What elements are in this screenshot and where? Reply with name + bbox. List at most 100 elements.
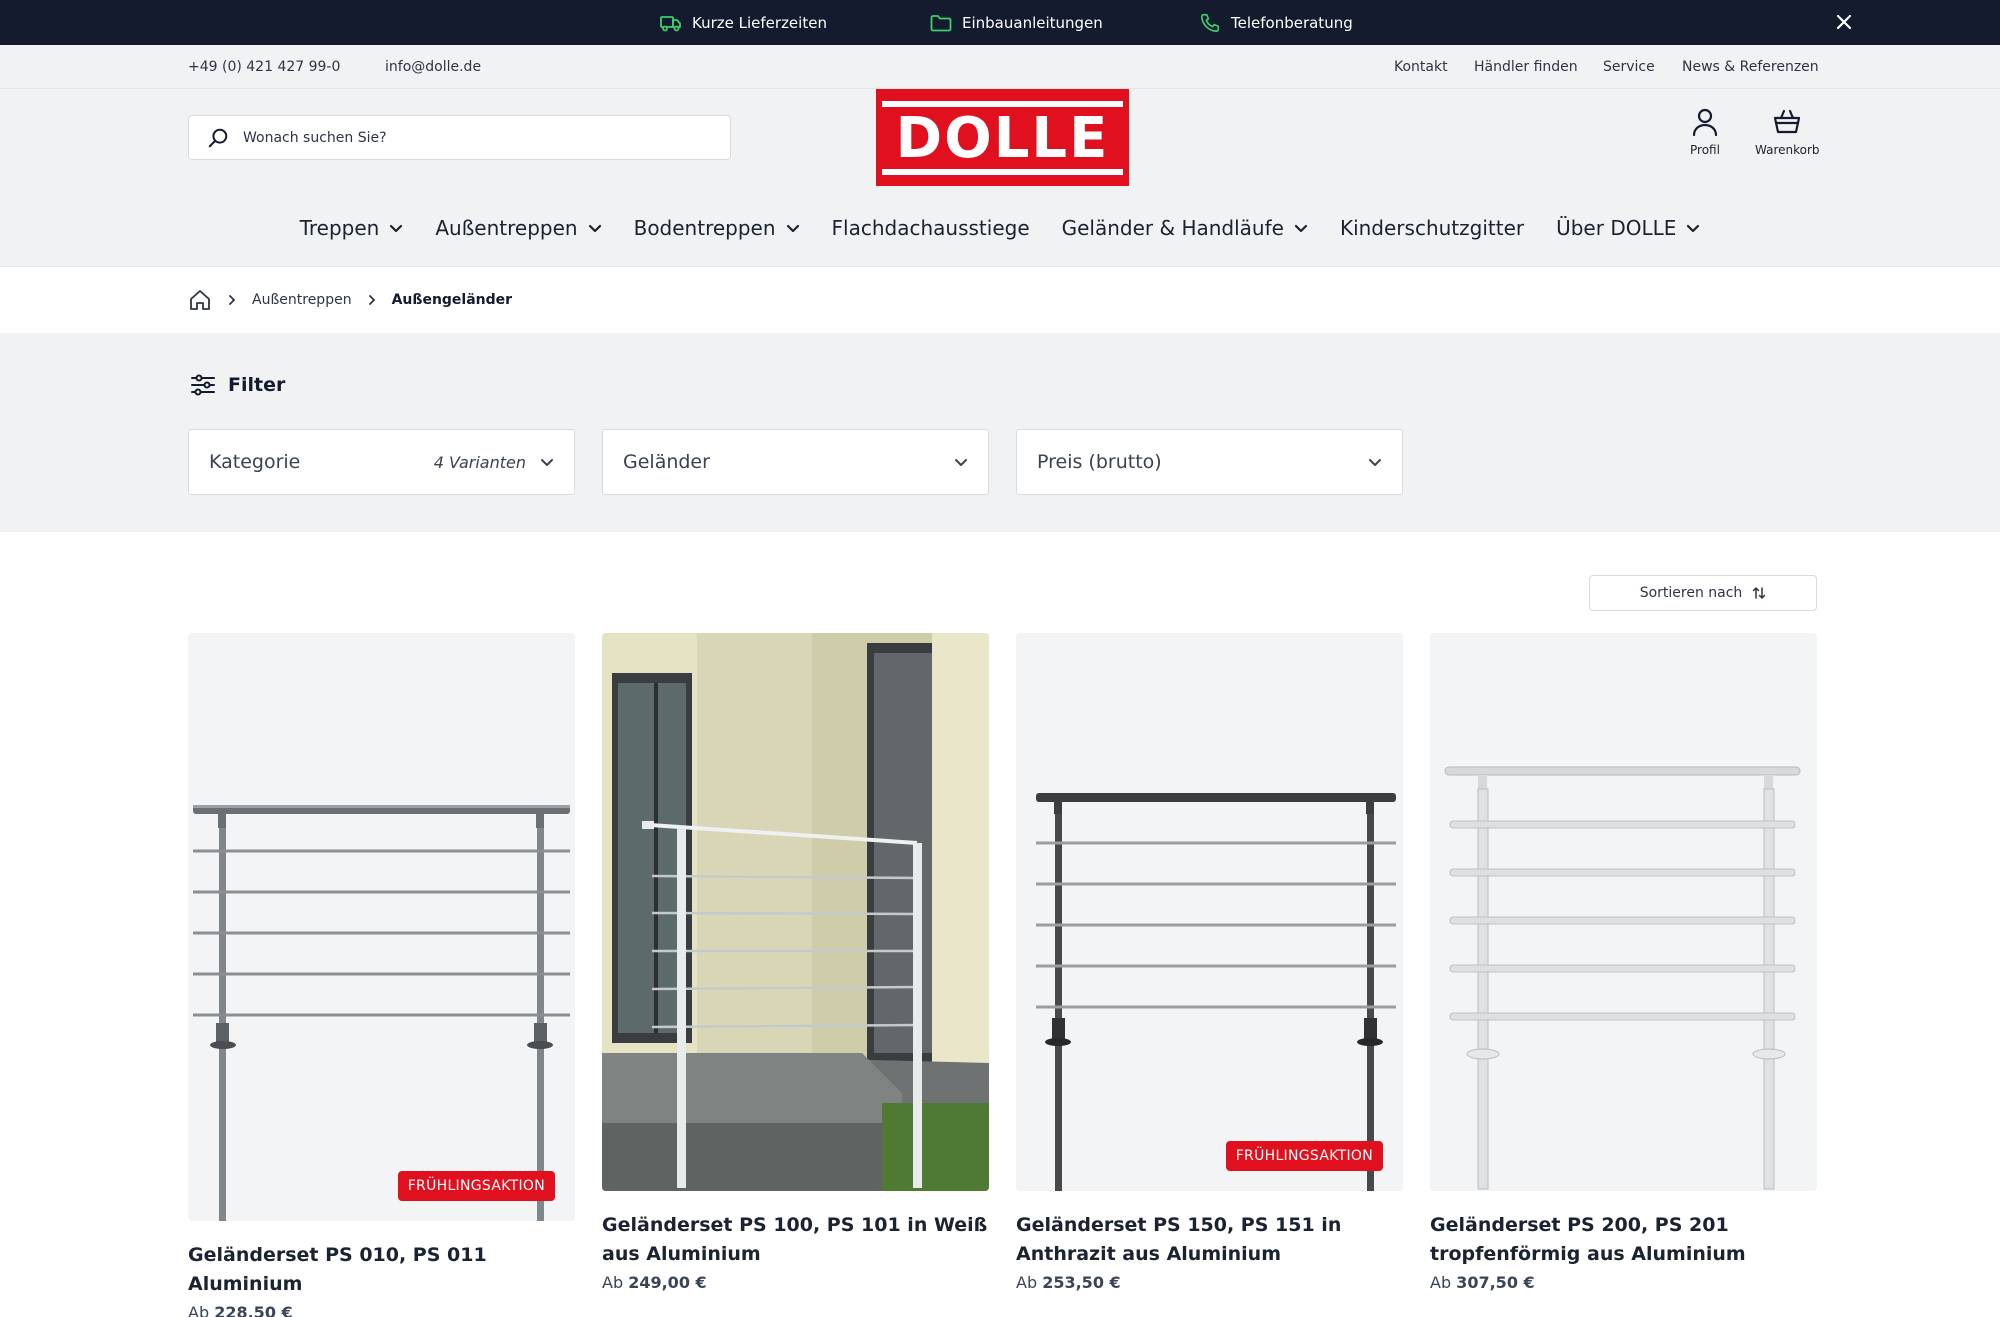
meta-link-news[interactable]: News & Referenzen [1682, 45, 1819, 89]
product-card[interactable]: FRÜHLINGSAKTION Geländerset PS 150, PS 1… [1016, 633, 1403, 1292]
dolle-logo[interactable]: DOLLE [876, 89, 1129, 186]
usp-delivery[interactable]: Kurze Lieferzeiten [660, 0, 827, 45]
nav-gelaender-handlaeufe[interactable]: Geländer & Handläufe [1046, 216, 1324, 240]
email-link[interactable]: info@dolle.de [385, 45, 481, 89]
price-prefix: Ab [1016, 1273, 1038, 1292]
chevron-down-icon [955, 458, 967, 466]
chevron-down-icon [1369, 458, 1381, 466]
chevron-down-icon [390, 224, 403, 232]
chevron-down-icon [1687, 224, 1700, 232]
dropdown-label: Kategorie [209, 451, 301, 473]
railing-white-scene-image [602, 633, 989, 1191]
railing-drop-shaped-image [1444, 766, 1801, 1190]
product-card[interactable]: Geländerset PS 200, PS 201 tropfenförmig… [1430, 633, 1817, 1292]
nav-label: Kinderschutzgitter [1339, 216, 1525, 240]
filter-kategorie-select[interactable]: Kategorie 4 Varianten [188, 429, 575, 495]
chevron-down-icon [588, 224, 601, 232]
product-card[interactable]: Geländerset PS 100, PS 101 in Weiß aus A… [602, 633, 989, 1292]
price-prefix: Ab [602, 1273, 624, 1292]
meta-bar: +49 (0) 421 427 99-0 info@dolle.de Konta… [0, 45, 2000, 89]
logo-text: DOLLE [881, 100, 1124, 175]
basket-icon [1774, 109, 1801, 134]
profile-button[interactable]: Profil [1690, 107, 1720, 157]
filter-heading[interactable]: Filter [190, 373, 285, 397]
product-price: Ab 307,50 € [1430, 1273, 1817, 1292]
promo-badge: FRÜHLINGSAKTION [397, 1171, 555, 1201]
filter-gelaender-select[interactable]: Geländer [602, 429, 989, 495]
product-title[interactable]: Geländerset PS 100, PS 101 in Weiß aus A… [602, 1211, 989, 1269]
site-header: DOLLE Profil Warenkorb Treppen Außentrep… [0, 89, 2000, 267]
chevron-down-icon [786, 224, 799, 232]
search-input[interactable] [243, 129, 683, 146]
product-card[interactable]: FRÜHLINGSAKTION Geländerset PS 010, PS 0… [188, 633, 575, 1317]
price-prefix: Ab [1430, 1273, 1452, 1292]
price-value: 228,50 € [214, 1303, 293, 1317]
product-price: Ab 228,50 € [188, 1303, 575, 1317]
railing-silver-image [193, 805, 570, 1221]
chevron-right-icon [229, 295, 236, 305]
close-icon[interactable] [1833, 11, 1855, 33]
product-image[interactable] [1430, 633, 1817, 1191]
nav-label: Flachdachausstiege [831, 216, 1030, 240]
product-price: Ab 249,00 € [602, 1273, 989, 1292]
profile-label: Profil [1690, 143, 1720, 157]
nav-kinderschutzgitter[interactable]: Kinderschutzgitter [1324, 216, 1540, 240]
user-icon [1692, 108, 1718, 137]
nav-bodentreppen[interactable]: Bodentreppen [618, 216, 816, 240]
sliders-icon [191, 374, 215, 396]
sort-button[interactable]: Sortieren nach [1589, 575, 1817, 611]
nav-label: Über DOLLE [1556, 216, 1677, 240]
home-icon[interactable] [188, 288, 212, 312]
chevron-down-icon [1294, 224, 1308, 232]
search-icon[interactable] [207, 127, 229, 149]
product-image[interactable]: FRÜHLINGSAKTION [188, 633, 575, 1221]
announcement-bar: Kurze Lieferzeiten Einbauanleitungen Tel… [0, 0, 2000, 45]
product-image[interactable]: FRÜHLINGSAKTION [1016, 633, 1403, 1191]
search-bar[interactable] [188, 115, 731, 160]
nav-aussentreppen[interactable]: Außentreppen [419, 216, 617, 240]
usp-instructions[interactable]: Einbauanleitungen [930, 0, 1103, 45]
breadcrumb-separator [368, 294, 376, 306]
folder-icon [930, 14, 952, 31]
breadcrumb-current: Außengeländer [391, 292, 513, 308]
meta-link-kontakt[interactable]: Kontakt [1394, 45, 1448, 89]
usp-label: Kurze Lieferzeiten [692, 13, 827, 32]
chevron-down-icon [541, 458, 553, 466]
product-title[interactable]: Geländerset PS 150, PS 151 in Anthrazit … [1016, 1211, 1403, 1269]
nav-flachdachausstiege[interactable]: Flachdachausstiege [816, 216, 1046, 240]
sort-arrows-icon [1753, 587, 1766, 599]
filter-title: Filter [228, 374, 286, 396]
product-title[interactable]: Geländerset PS 200, PS 201 tropfenförmig… [1430, 1211, 1817, 1269]
chevron-right-icon [368, 295, 375, 305]
nav-ueber-dolle[interactable]: Über DOLLE [1540, 216, 1716, 240]
dropdown-label: Geländer [623, 451, 710, 473]
price-prefix: Ab [188, 1303, 210, 1317]
nav-label: Geländer & Handläufe [1061, 216, 1284, 240]
main-navigation: Treppen Außentreppen Bodentreppen Flachd… [0, 205, 2000, 251]
filter-preis-select[interactable]: Preis (brutto) [1016, 429, 1403, 495]
nav-label: Außentreppen [435, 216, 578, 240]
nav-label: Treppen [299, 216, 380, 240]
price-value: 253,50 € [1042, 1273, 1121, 1292]
promo-badge: FRÜHLINGSAKTION [1225, 1141, 1383, 1171]
product-price: Ab 253,50 € [1016, 1273, 1403, 1292]
variant-count: 4 Varianten [433, 452, 526, 472]
nav-treppen[interactable]: Treppen [284, 216, 420, 240]
product-title[interactable]: Geländerset PS 010, PS 011 Aluminium [188, 1241, 575, 1299]
product-image[interactable] [602, 633, 989, 1191]
usp-label: Telefonberatung [1231, 13, 1353, 32]
phone-link[interactable]: +49 (0) 421 427 99-0 [188, 45, 340, 89]
usp-phone[interactable]: Telefonberatung [1199, 0, 1353, 45]
sort-label: Sortieren nach [1639, 585, 1743, 601]
breadcrumb-link[interactable]: Außentreppen [252, 292, 352, 308]
price-value: 249,00 € [628, 1273, 707, 1292]
filter-panel: Filter Kategorie 4 Varianten Geländer Pr… [0, 333, 2000, 532]
meta-link-haendler[interactable]: Händler finden [1474, 45, 1578, 89]
cart-button[interactable]: Warenkorb [1755, 107, 1820, 157]
railing-anthracite-image [1036, 793, 1396, 1191]
nav-label: Bodentreppen [633, 216, 776, 240]
meta-link-service[interactable]: Service [1603, 45, 1655, 89]
phone-icon [1200, 13, 1220, 32]
usp-label: Einbauanleitungen [962, 13, 1103, 32]
cart-label: Warenkorb [1755, 143, 1820, 157]
